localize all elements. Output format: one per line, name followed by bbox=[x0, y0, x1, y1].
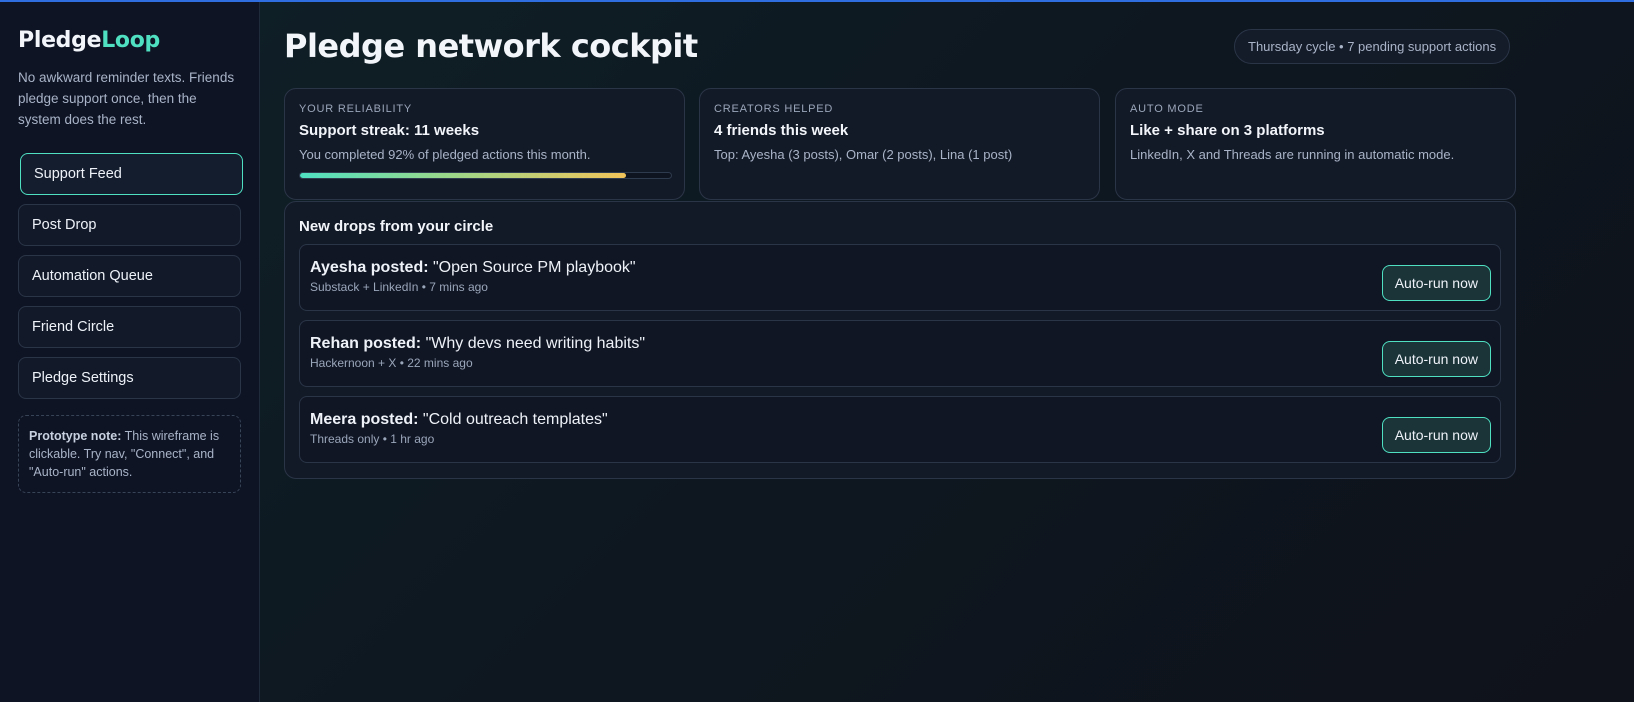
brand-name-part2: Loop bbox=[101, 28, 160, 53]
drop-post-title: "Open Source PM playbook" bbox=[428, 259, 636, 276]
drop-meta: Substack + LinkedIn • 7 mins ago bbox=[310, 280, 488, 294]
stat-description: You completed 92% of pledged actions thi… bbox=[299, 147, 591, 162]
prototype-note-label: Prototype note: bbox=[29, 429, 122, 443]
drop-headline: Rehan posted: "Why devs need writing hab… bbox=[310, 335, 1490, 353]
stat-value: Support streak: 11 weeks bbox=[299, 122, 480, 139]
stat-label: YOUR RELIABILITY bbox=[299, 103, 413, 115]
drop-author: Rehan posted: bbox=[310, 335, 422, 352]
auto-run-button[interactable]: Auto-run now bbox=[1381, 417, 1491, 453]
stat-value: Like + share on 3 platforms bbox=[1130, 122, 1325, 139]
creators-helped-card: CREATORS HELPED 4 friends this week Top:… bbox=[699, 88, 1100, 200]
stat-value: 4 friends this week bbox=[714, 122, 849, 139]
brand-logo: PledgeLoop bbox=[18, 28, 241, 53]
auto-mode-card: AUTO MODE Like + share on 3 platforms Li… bbox=[1115, 88, 1516, 200]
sidebar-item-support-feed[interactable]: Support Feed bbox=[20, 153, 243, 195]
brand-name-part1: Pledge bbox=[18, 28, 102, 53]
brand-tagline: No awkward reminder texts. Friends pledg… bbox=[18, 70, 235, 127]
sidebar-item-friend-circle[interactable]: Friend Circle bbox=[18, 306, 241, 348]
main-content: Pledge network cockpit Thursday cycle • … bbox=[260, 2, 1634, 702]
drop-author: Ayesha posted: bbox=[310, 259, 429, 276]
drop-post-title: "Cold outreach templates" bbox=[418, 411, 608, 428]
cycle-status-badge: Thursday cycle • 7 pending support actio… bbox=[1234, 29, 1511, 64]
drops-feed: New drops from your circle Ayesha posted… bbox=[284, 201, 1516, 479]
stat-description: Top: Ayesha (3 posts), Omar (2 posts), L… bbox=[714, 147, 1013, 162]
stat-description: LinkedIn, X and Threads are running in a… bbox=[1130, 147, 1455, 162]
sidebar: PledgeLoop No awkward reminder texts. Fr… bbox=[0, 2, 260, 702]
prototype-note: Prototype note: This wireframe is clicka… bbox=[18, 415, 241, 493]
page-title: Pledge network cockpit bbox=[284, 27, 698, 65]
drop-meta: Threads only • 1 hr ago bbox=[310, 432, 435, 446]
sidebar-nav: Support Feed Post Drop Automation Queue … bbox=[18, 153, 243, 399]
feed-title: New drops from your circle bbox=[299, 218, 494, 235]
sidebar-item-automation-queue[interactable]: Automation Queue bbox=[18, 255, 241, 297]
drop-headline: Ayesha posted: "Open Source PM playbook" bbox=[310, 259, 1490, 277]
stats-row: YOUR RELIABILITY Support streak: 11 week… bbox=[284, 88, 1516, 200]
drop-post-title: "Why devs need writing habits" bbox=[421, 335, 646, 352]
drop-author: Meera posted: bbox=[310, 411, 419, 428]
reliability-card: YOUR RELIABILITY Support streak: 11 week… bbox=[284, 88, 685, 200]
drop-item: Meera posted: "Cold outreach templates" … bbox=[299, 396, 1501, 463]
stat-label: CREATORS HELPED bbox=[714, 103, 834, 115]
drop-item: Ayesha posted: "Open Source PM playbook"… bbox=[299, 244, 1501, 311]
stat-label: AUTO MODE bbox=[1130, 103, 1204, 115]
drop-headline: Meera posted: "Cold outreach templates" bbox=[310, 411, 1490, 429]
drop-item: Rehan posted: "Why devs need writing hab… bbox=[299, 320, 1501, 387]
sidebar-item-pledge-settings[interactable]: Pledge Settings bbox=[18, 357, 241, 399]
auto-run-button[interactable]: Auto-run now bbox=[1381, 341, 1491, 377]
reliability-progress-fill bbox=[300, 173, 627, 178]
auto-run-button[interactable]: Auto-run now bbox=[1381, 265, 1491, 301]
sidebar-item-post-drop[interactable]: Post Drop bbox=[18, 204, 241, 246]
drop-meta: Hackernoon + X • 22 mins ago bbox=[310, 356, 473, 370]
reliability-progress-bar bbox=[299, 172, 672, 179]
